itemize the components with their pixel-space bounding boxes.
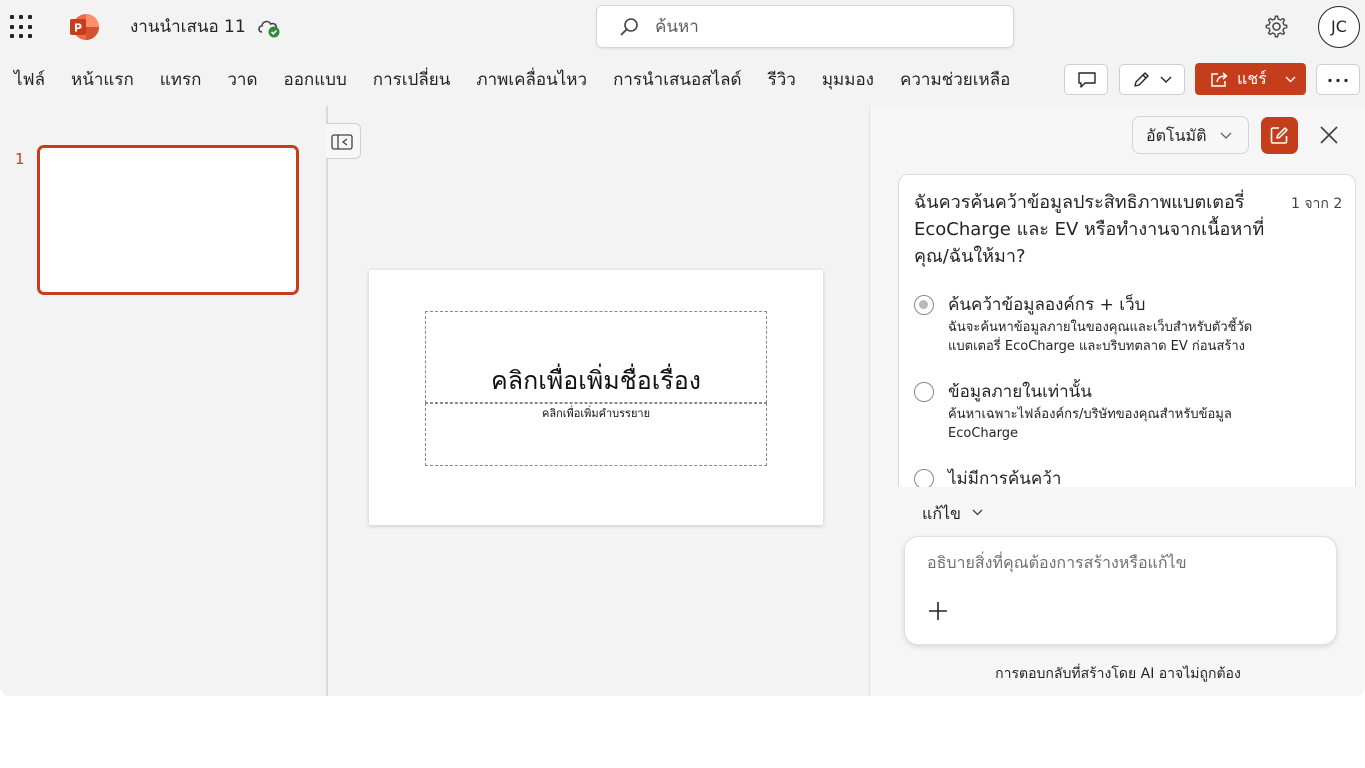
tab-file[interactable]: ไฟล์: [14, 68, 45, 92]
mode-dropdown[interactable]: อัตโนมัติ: [1132, 116, 1249, 154]
new-chat-button[interactable]: [1261, 117, 1298, 154]
settings-gear-icon[interactable]: [1264, 14, 1289, 39]
editing-mode-button[interactable]: [1119, 64, 1185, 95]
share-button[interactable]: แชร์: [1195, 63, 1306, 95]
more-options-button[interactable]: [1316, 64, 1360, 95]
share-label: แชร์: [1237, 69, 1267, 88]
edit-dropdown[interactable]: แก้ไข: [922, 502, 983, 527]
powerpoint-logo-icon[interactable]: P: [68, 12, 100, 42]
question-card: ฉันควรค้นคว้าข้อมูลประสิทธิภาพแบตเตอรี่ …: [898, 174, 1356, 487]
ribbon-tab-bar: ไฟล์ หน้าแรก แทรก วาด ออกแบบ การเปลี่ยน …: [0, 58, 1365, 102]
option-title: ค้นคว้าข้อมูลองค์กร + เว็บ: [948, 295, 1146, 315]
comment-icon: [1078, 72, 1096, 88]
search-input[interactable]: [655, 14, 995, 40]
tab-slide-show[interactable]: การนำเสนอสไลด์: [613, 68, 742, 92]
question-text: ฉันควรค้นคว้าข้อมูลประสิทธิภาพแบตเตอรี่ …: [914, 192, 1265, 267]
title-placeholder[interactable]: คลิกเพื่อเพิ่มชื่อเรื่อง: [425, 311, 767, 403]
option-title: ข้อมูลภายในเท่านั้น: [948, 382, 1092, 402]
slide-number: 1: [15, 150, 25, 168]
subtitle-placeholder[interactable]: คลิกเพื่อเพิ่มคำบรรยาย: [425, 403, 767, 466]
title-placeholder-text: คลิกเพื่อเพิ่มชื่อเรื่อง: [491, 366, 701, 395]
user-avatar[interactable]: JC: [1318, 6, 1360, 48]
tab-home[interactable]: หน้าแรก: [71, 68, 134, 92]
radio-button[interactable]: [914, 382, 934, 402]
question-counter: 1 จาก 2: [1291, 196, 1343, 212]
copilot-pane: อัตโนมัติ ฉันควรค้นคว้าข้อมูลประสิทธิภาพ…: [869, 106, 1365, 696]
prompt-input[interactable]: [927, 551, 1317, 581]
title-bar: P งานนำเสนอ 11 JC: [0, 0, 1365, 54]
chevron-down-icon: [1220, 132, 1232, 139]
ribbon-tabs: ไฟล์ หน้าแรก แทรก วาด ออกแบบ การเปลี่ยน …: [14, 68, 1036, 92]
prompt-composer: [904, 536, 1337, 645]
tab-draw[interactable]: วาด: [227, 68, 257, 92]
document-title[interactable]: งานนำเสนอ 11: [130, 16, 246, 38]
tab-design[interactable]: ออกแบบ: [284, 68, 347, 92]
radio-button-selected[interactable]: [914, 295, 934, 315]
slide-thumbnails-pane: 1: [0, 106, 326, 696]
tab-transitions[interactable]: การเปลี่ยน: [373, 68, 451, 92]
chevron-down-icon: [1285, 76, 1296, 83]
subtitle-placeholder-text: คลิกเพื่อเพิ่มคำบรรยาย: [541, 407, 651, 420]
tab-insert[interactable]: แทรก: [160, 68, 202, 92]
mode-label: อัตโนมัติ: [1146, 126, 1207, 145]
option-description: ฉันจะค้นหาข้อมูลภายในของคุณและเว็บสำหรับ…: [948, 320, 1253, 354]
option-description: ค้นหาเฉพาะไฟล์องค์กร/บริษัทของคุณสำหรับข…: [948, 407, 1232, 441]
ai-disclaimer: การตอบกลับที่สร้างโดย AI อาจไม่ถูกต้อง: [995, 666, 1241, 682]
slide-editor-canvas: คลิกเพื่อเพิ่มชื่อเรื่อง คลิกเพื่อเพิ่มค…: [328, 106, 868, 696]
cloud-saved-icon[interactable]: [256, 15, 282, 39]
compose-icon: [1270, 127, 1288, 144]
app-launcher-icon[interactable]: [10, 15, 34, 39]
radio-button[interactable]: [914, 469, 934, 487]
search-icon: [620, 18, 638, 36]
edit-label: แก้ไข: [922, 504, 961, 523]
svg-text:P: P: [74, 22, 82, 35]
current-slide[interactable]: คลิกเพื่อเพิ่มชื่อเรื่อง คลิกเพื่อเพิ่มค…: [369, 270, 823, 525]
slide-thumbnail[interactable]: [37, 145, 299, 295]
tab-help[interactable]: ความช่วยเหลือ: [900, 68, 1010, 92]
more-horizontal-icon: [1328, 78, 1348, 83]
tab-review[interactable]: รีวิว: [768, 68, 796, 92]
close-icon[interactable]: [1318, 124, 1340, 146]
pencil-icon: [1134, 72, 1149, 87]
tab-view[interactable]: มุมมอง: [822, 68, 874, 92]
option-title: ไม่มีการค้นคว้า: [948, 469, 1062, 487]
chevron-down-icon: [1160, 76, 1172, 83]
share-icon: [1211, 72, 1228, 87]
add-attachment-icon[interactable]: [927, 600, 949, 622]
powerpoint-window: P งานนำเสนอ 11 JC ไฟล์ หน้าแรก แทรก วาด: [0, 0, 1365, 696]
search-box[interactable]: [596, 5, 1014, 48]
comments-button[interactable]: [1064, 64, 1108, 95]
chevron-down-icon: [972, 509, 983, 516]
tab-animations[interactable]: ภาพเคลื่อนไหว: [476, 68, 587, 92]
